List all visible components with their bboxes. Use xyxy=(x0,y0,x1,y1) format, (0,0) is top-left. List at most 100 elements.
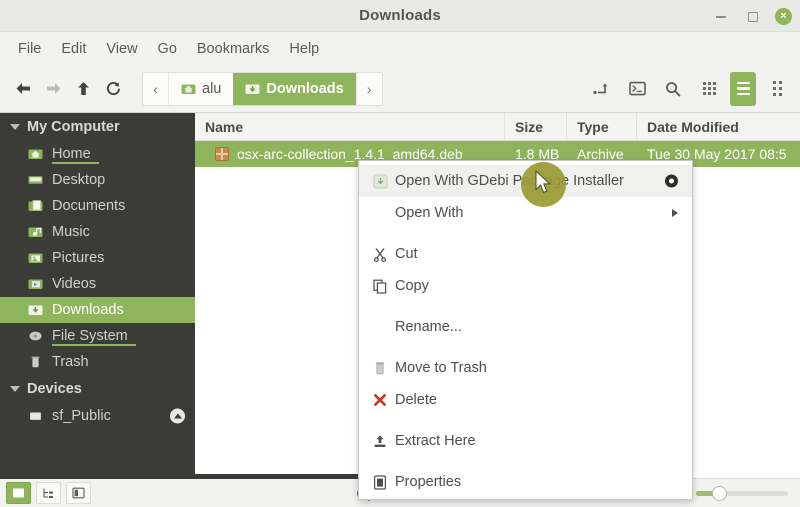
menu-help[interactable]: Help xyxy=(279,38,329,60)
home-folder-icon xyxy=(28,147,43,161)
context-menu-item-move-to-trash[interactable]: Move to Trash xyxy=(359,352,692,384)
title-bar: Downloads × xyxy=(0,0,800,32)
up-button[interactable] xyxy=(68,74,98,104)
menu-go[interactable]: Go xyxy=(148,38,187,60)
column-header-name[interactable]: Name xyxy=(195,113,505,141)
scissors-icon xyxy=(373,247,391,262)
extract-icon xyxy=(373,434,391,449)
sidebar-group-devices[interactable]: Devices xyxy=(0,375,195,403)
window-title: Downloads xyxy=(359,7,441,24)
eject-icon[interactable] xyxy=(170,408,185,424)
context-menu-item-extract-here[interactable]: Extract Here xyxy=(359,425,692,457)
downloads-folder-icon xyxy=(245,84,260,94)
file-manager-window: Downloads × File Edit View Go Bookmarks … xyxy=(0,0,800,507)
window-controls: × xyxy=(713,0,792,32)
zoom-slider[interactable] xyxy=(696,484,788,502)
nav-button-group xyxy=(0,74,128,104)
context-menu-item-open-with-gdebi[interactable]: Open With GDebi Package Installer xyxy=(359,165,692,197)
menu-file[interactable]: File xyxy=(8,38,51,60)
sidebar-label-desktop: Desktop xyxy=(52,172,106,188)
close-button[interactable]: × xyxy=(775,7,792,25)
context-menu-label-delete: Delete xyxy=(395,392,437,408)
downloads-folder-icon xyxy=(28,303,43,317)
search-icon xyxy=(666,81,681,96)
menu-view[interactable]: View xyxy=(96,38,147,60)
column-headers: Name Size Type Date Modified xyxy=(195,113,800,141)
forward-button[interactable] xyxy=(38,74,68,104)
context-menu-separator xyxy=(359,343,692,352)
sidebar-item-videos[interactable]: Videos xyxy=(0,271,195,297)
open-in-new-tab-button[interactable] xyxy=(586,73,616,105)
sidebar-label-music: Music xyxy=(52,224,90,240)
breadcrumb-next-button[interactable]: › xyxy=(355,72,382,105)
close-icon: × xyxy=(780,9,787,22)
arrow-up-icon xyxy=(77,82,89,95)
menu-edit[interactable]: Edit xyxy=(51,38,96,60)
list-view-icon xyxy=(736,81,750,96)
sidebar-item-home[interactable]: Home xyxy=(0,141,195,167)
context-menu-label-copy: Copy xyxy=(395,278,429,294)
zoom-slider-knob[interactable] xyxy=(712,485,727,501)
compact-view-button[interactable] xyxy=(762,73,792,105)
minimize-button[interactable] xyxy=(713,8,729,24)
sidebar-label-pictures: Pictures xyxy=(52,250,105,266)
sidebar-item-file-system[interactable]: File System xyxy=(0,323,195,349)
sidebar-label-downloads: Downloads xyxy=(52,302,124,318)
breadcrumb-item-downloads[interactable]: Downloads xyxy=(233,72,356,105)
context-menu-item-cut[interactable]: Cut xyxy=(359,238,692,270)
sidebar-item-sf-public[interactable]: sf_Public xyxy=(0,403,195,429)
chevron-down-icon xyxy=(10,386,20,392)
breadcrumb-item-alu[interactable]: alu xyxy=(169,73,233,105)
sidebar-label-sf-public: sf_Public xyxy=(52,408,111,424)
sidebar-item-desktop[interactable]: Desktop xyxy=(0,167,195,193)
chevron-down-icon xyxy=(10,124,20,130)
back-button[interactable] xyxy=(8,74,38,104)
context-menu-label-rename: Rename... xyxy=(395,319,462,335)
sidebar-item-pictures[interactable]: Pictures xyxy=(0,245,195,271)
context-menu-item-properties[interactable]: Properties xyxy=(359,466,692,498)
icon-view-icon xyxy=(702,82,716,95)
open-terminal-icon xyxy=(628,81,646,96)
menu-bookmarks[interactable]: Bookmarks xyxy=(187,38,280,60)
context-menu-separator xyxy=(359,416,692,425)
arrow-left-icon xyxy=(16,83,30,94)
context-menu-label-properties: Properties xyxy=(395,474,462,490)
sidebar-item-trash[interactable]: Trash xyxy=(0,349,195,375)
package-installer-icon xyxy=(373,174,391,189)
sidebar-group-label-my-computer: My Computer xyxy=(27,119,120,135)
sidebar-item-documents[interactable]: Documents xyxy=(0,193,195,219)
list-view-button[interactable] xyxy=(730,71,756,106)
music-folder-icon xyxy=(28,225,43,239)
maximize-button[interactable] xyxy=(744,8,760,24)
desktop-folder-icon xyxy=(28,173,43,187)
reload-icon xyxy=(106,81,120,95)
icon-view-button[interactable] xyxy=(694,73,724,105)
context-menu-separator xyxy=(359,229,692,238)
sidebar-group-my-computer[interactable]: My Computer xyxy=(0,113,195,141)
context-menu-item-copy[interactable]: Copy xyxy=(359,270,692,302)
compact-view-icon xyxy=(772,81,782,96)
column-header-type[interactable]: Type xyxy=(567,113,637,141)
context-menu-label-cut: Cut xyxy=(395,246,418,262)
context-menu-item-delete[interactable]: Delete xyxy=(359,384,692,416)
sidebar-item-music[interactable]: Music xyxy=(0,219,195,245)
breadcrumb-label-downloads: Downloads xyxy=(266,80,344,97)
toolbar-right-buttons xyxy=(586,71,800,106)
context-menu-label-extract-here: Extract Here xyxy=(395,433,476,449)
reload-button[interactable] xyxy=(98,74,128,104)
context-menu-item-open-with[interactable]: Open With xyxy=(359,197,692,229)
copy-icon xyxy=(373,279,391,294)
search-button[interactable] xyxy=(658,73,688,105)
open-in-new-tab-icon xyxy=(593,82,608,94)
column-header-date-modified[interactable]: Date Modified xyxy=(637,113,800,141)
context-menu-label-open-with: Open With xyxy=(395,205,464,221)
horizontal-scrollbar[interactable] xyxy=(0,474,375,479)
context-menu-item-rename[interactable]: Rename... xyxy=(359,311,692,343)
breadcrumb-prev-button[interactable]: ‹ xyxy=(143,72,169,105)
context-menu-label-move-to-trash: Move to Trash xyxy=(395,360,487,376)
open-terminal-button[interactable] xyxy=(622,73,652,105)
sidebar-item-downloads[interactable]: Downloads xyxy=(0,297,195,323)
home-folder-icon xyxy=(181,84,196,94)
default-app-badge xyxy=(665,174,678,188)
column-header-size[interactable]: Size xyxy=(505,113,567,141)
